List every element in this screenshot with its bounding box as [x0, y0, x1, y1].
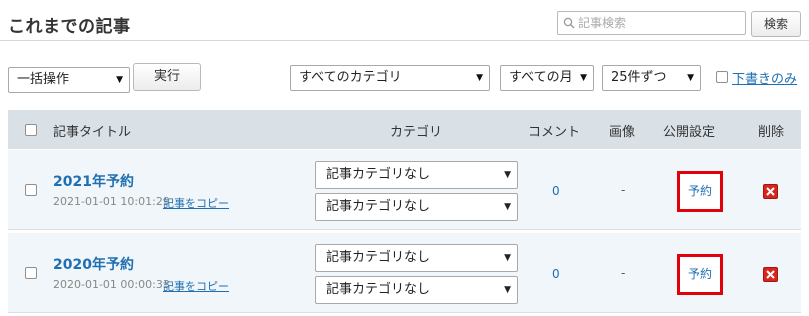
image-value: - [621, 183, 626, 197]
page-title: これまでの記事 [8, 17, 131, 37]
column-category-header: カテゴリ [390, 125, 443, 140]
status-scheduled-link[interactable]: 予約 [677, 171, 723, 212]
chevron-down-icon: ▼ [687, 73, 694, 83]
post-title-link[interactable]: 2020年予約 [53, 254, 134, 274]
table-row: 2021年予約 2021-01-01 10:01:29 記事をコピー 記事カテゴ… [8, 150, 801, 230]
search-button[interactable]: 検索 [751, 11, 801, 37]
post-title-link[interactable]: 2021年予約 [53, 171, 134, 191]
table-header: 記事タイトル カテゴリ コメント 画像 公開設定 削除 [8, 110, 801, 149]
comment-count-link[interactable]: 0 [552, 184, 560, 198]
copy-post-link[interactable]: 記事をコピー [163, 195, 229, 211]
execute-button[interactable]: 実行 [133, 63, 201, 91]
category-filter-select[interactable]: すべてのカテゴリ ▼ [290, 65, 490, 91]
chevron-down-icon: ▼ [504, 253, 511, 263]
chevron-down-icon: ▼ [580, 73, 587, 83]
chevron-down-icon: ▼ [504, 202, 511, 212]
month-filter-select[interactable]: すべての月 ▼ [500, 65, 594, 91]
title-divider [0, 40, 809, 41]
bulk-action-value: 一括操作 [17, 72, 70, 87]
category-select-value: 記事カテゴリなし [326, 250, 431, 265]
column-visibility-header: 公開設定 [663, 125, 716, 140]
copy-post-link[interactable]: 記事をコピー [163, 278, 229, 294]
category-select-1[interactable]: 記事カテゴリなし ▼ [315, 161, 518, 189]
chevron-down-icon: ▼ [504, 285, 511, 295]
row-checkbox[interactable] [25, 267, 37, 279]
close-icon [766, 270, 775, 279]
column-title-header: 記事タイトル [53, 125, 132, 140]
drafts-only-link[interactable]: 下書きのみ [732, 68, 797, 87]
chevron-down-icon: ▼ [476, 73, 483, 83]
per-page-select[interactable]: 25件ずつ ▼ [602, 65, 701, 91]
bulk-action-select[interactable]: 一括操作 ▼ [8, 67, 130, 93]
chevron-down-icon: ▼ [116, 75, 123, 85]
chevron-down-icon: ▼ [504, 170, 511, 180]
category-select-1[interactable]: 記事カテゴリなし ▼ [315, 244, 518, 272]
post-datetime: 2021-01-01 10:01:29 [53, 195, 170, 208]
category-select-2[interactable]: 記事カテゴリなし ▼ [315, 193, 518, 221]
close-icon [766, 187, 775, 196]
category-filter-value: すべてのカテゴリ [299, 70, 402, 85]
category-select-value: 記事カテゴリなし [326, 199, 431, 214]
per-page-value: 25件ずつ [611, 70, 667, 85]
category-select-value: 記事カテゴリなし [326, 282, 431, 297]
search-input[interactable] [578, 14, 742, 32]
delete-button[interactable] [763, 184, 778, 199]
month-filter-value: すべての月 [509, 70, 573, 85]
post-datetime: 2020-01-01 00:00:33 [53, 278, 170, 291]
comment-count-link[interactable]: 0 [552, 267, 560, 281]
select-all-checkbox[interactable] [25, 124, 37, 136]
image-value: - [621, 266, 626, 280]
category-select-value: 記事カテゴリなし [326, 167, 431, 182]
category-select-2[interactable]: 記事カテゴリなし ▼ [315, 276, 518, 304]
search-icon [563, 17, 575, 29]
table-row: 2020年予約 2020-01-01 00:00:33 記事をコピー 記事カテゴ… [8, 233, 801, 313]
status-scheduled-link[interactable]: 予約 [677, 254, 723, 295]
delete-button[interactable] [763, 267, 778, 282]
row-checkbox[interactable] [25, 184, 37, 196]
column-image-header: 画像 [609, 125, 636, 140]
drafts-only-checkbox[interactable] [716, 71, 728, 83]
column-delete-header: 削除 [758, 125, 785, 140]
column-comments-header: コメント [528, 125, 581, 140]
search-field[interactable] [557, 11, 746, 35]
